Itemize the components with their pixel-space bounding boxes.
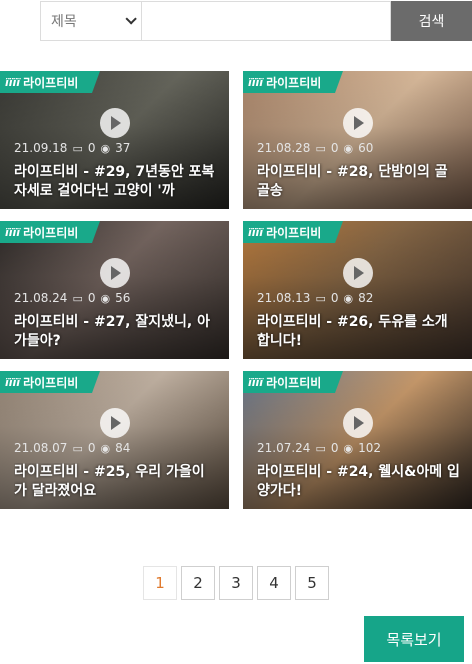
video-date: 21.08.28	[257, 141, 311, 155]
video-card[interactable]: ïïïï 라이프티비 21.08.13 ▭ 0 ◉ 82 라이프티비 - #26,…	[243, 221, 472, 359]
play-icon[interactable]	[342, 108, 373, 138]
search-bar: 제목 검색	[40, 1, 472, 41]
pagination: 1 2 3 4 5	[143, 566, 329, 600]
video-title[interactable]: 라이프티비 - #24, 웰시&아메 입양가다!	[257, 463, 460, 501]
video-card[interactable]: ïïïï 라이프티비 21.09.18 ▭ 0 ◉ 37 라이프티비 - #29,…	[0, 71, 229, 209]
search-input[interactable]	[141, 1, 391, 41]
comment-icon: ▭	[315, 441, 326, 455]
comment-icon: ▭	[72, 441, 83, 455]
view-count: 102	[358, 441, 381, 455]
view-count: 56	[115, 291, 131, 305]
video-title[interactable]: 라이프티비 - #27, 잘지냈니, 아가들아?	[14, 313, 217, 351]
brand-badge: ïïïï 라이프티비	[0, 221, 100, 243]
play-icon[interactable]	[342, 408, 373, 438]
eye-icon: ◉	[100, 291, 111, 305]
view-count: 84	[115, 441, 131, 455]
page-5-button[interactable]: 5	[295, 566, 329, 600]
play-icon[interactable]	[99, 258, 130, 288]
video-title[interactable]: 라이프티비 - #25, 우리 가을이가 달라졌어요	[14, 463, 217, 501]
search-field-select[interactable]: 제목	[40, 1, 141, 41]
video-meta: 21.08.13 ▭ 0 ◉ 82	[257, 291, 373, 305]
video-card[interactable]: ïïïï 라이프티비 21.08.24 ▭ 0 ◉ 56 라이프티비 - #27,…	[0, 221, 229, 359]
brand-logo-icon: ïïïï	[248, 75, 264, 89]
list-view-button[interactable]: 목록보기	[364, 616, 464, 662]
page-4-button[interactable]: 4	[257, 566, 291, 600]
eye-icon: ◉	[343, 291, 354, 305]
chevron-down-icon	[125, 13, 137, 25]
video-title[interactable]: 라이프티비 - #29, 7년동안 포복자세로 걸어다닌 고양이 '까	[14, 163, 217, 201]
play-icon[interactable]	[99, 108, 130, 138]
play-icon[interactable]	[99, 408, 130, 438]
video-meta: 21.08.07 ▭ 0 ◉ 84	[14, 441, 130, 455]
comment-count: 0	[330, 441, 339, 455]
comment-count: 0	[87, 291, 96, 305]
comment-count: 0	[87, 141, 96, 155]
video-date: 21.09.18	[14, 141, 68, 155]
video-meta: 21.08.28 ▭ 0 ◉ 60	[257, 141, 373, 155]
video-meta: 21.08.24 ▭ 0 ◉ 56	[14, 291, 130, 305]
brand-badge: ïïïï 라이프티비	[243, 221, 343, 243]
comment-icon: ▭	[315, 141, 326, 155]
brand-logo-icon: ïïïï	[248, 375, 264, 389]
video-card[interactable]: ïïïï 라이프티비 21.07.24 ▭ 0 ◉ 102 라이프티비 - #24…	[243, 371, 472, 509]
video-title[interactable]: 라이프티비 - #28, 단밤이의 골골송	[257, 163, 460, 201]
page-3-button[interactable]: 3	[219, 566, 253, 600]
search-button[interactable]: 검색	[391, 1, 472, 41]
video-card[interactable]: ïïïï 라이프티비 21.08.28 ▭ 0 ◉ 60 라이프티비 - #28,…	[243, 71, 472, 209]
video-title[interactable]: 라이프티비 - #26, 두유를 소개합니다!	[257, 313, 460, 351]
view-count: 82	[358, 291, 374, 305]
brand-badge: ïïïï 라이프티비	[0, 71, 100, 93]
eye-icon: ◉	[100, 441, 111, 455]
page-2-button[interactable]: 2	[181, 566, 215, 600]
video-card[interactable]: ïïïï 라이프티비 21.08.07 ▭ 0 ◉ 84 라이프티비 - #25,…	[0, 371, 229, 509]
brand-badge: ïïïï 라이프티비	[0, 371, 100, 393]
search-field-select-value: 제목	[51, 14, 77, 30]
brand-badge: ïïïï 라이프티비	[243, 371, 343, 393]
brand-logo-icon: ïïïï	[5, 375, 21, 389]
eye-icon: ◉	[343, 141, 354, 155]
video-meta: 21.09.18 ▭ 0 ◉ 37	[14, 141, 130, 155]
comment-icon: ▭	[72, 291, 83, 305]
video-date: 21.07.24	[257, 441, 311, 455]
video-date: 21.08.07	[14, 441, 68, 455]
brand-logo-icon: ïïïï	[248, 225, 264, 239]
eye-icon: ◉	[343, 441, 354, 455]
view-count: 60	[358, 141, 374, 155]
comment-icon: ▭	[315, 291, 326, 305]
eye-icon: ◉	[100, 141, 111, 155]
video-date: 21.08.24	[14, 291, 68, 305]
comment-count: 0	[87, 441, 96, 455]
comment-icon: ▭	[72, 141, 83, 155]
comment-count: 0	[330, 291, 339, 305]
comment-count: 0	[330, 141, 339, 155]
play-icon[interactable]	[342, 258, 373, 288]
view-count: 37	[115, 141, 131, 155]
page-1-button[interactable]: 1	[143, 566, 177, 600]
brand-logo-icon: ïïïï	[5, 225, 21, 239]
video-date: 21.08.13	[257, 291, 311, 305]
brand-badge: ïïïï 라이프티비	[243, 71, 343, 93]
brand-logo-icon: ïïïï	[5, 75, 21, 89]
video-meta: 21.07.24 ▭ 0 ◉ 102	[257, 441, 381, 455]
